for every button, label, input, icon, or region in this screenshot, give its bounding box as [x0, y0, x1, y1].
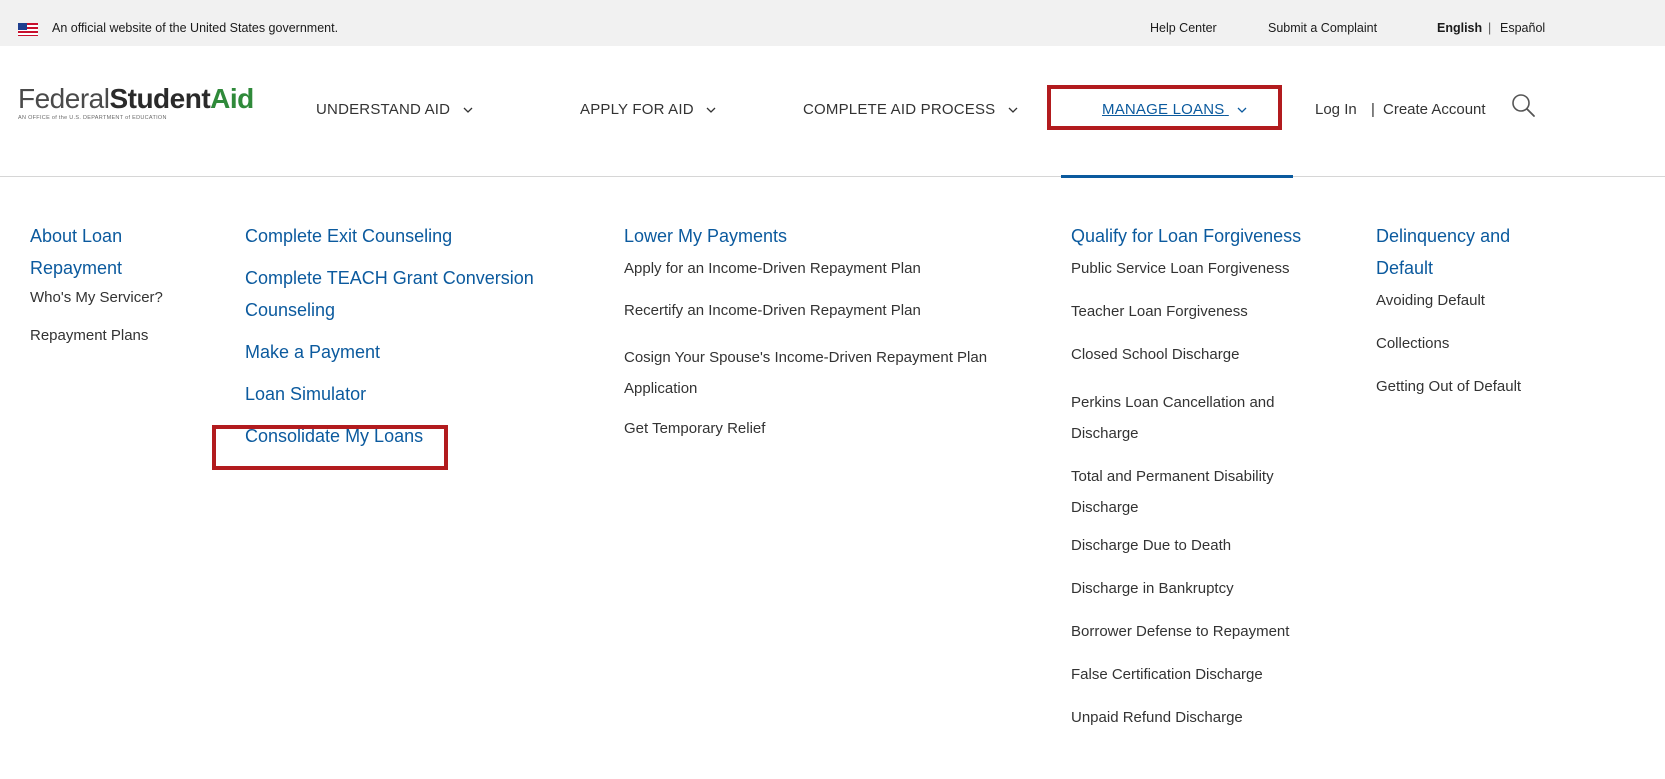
about-loan-repayment-link[interactable]: About Loan Repayment	[30, 220, 205, 284]
loan-simulator-link[interactable]: Loan Simulator	[245, 378, 555, 410]
gov-banner-text: An official website of the United States…	[52, 21, 339, 35]
submit-complaint-link[interactable]: Submit a Complaint	[1268, 21, 1377, 35]
language-separator: |	[1488, 21, 1492, 35]
account-separator: |	[1371, 101, 1375, 118]
closed-school-discharge-link[interactable]: Closed School Discharge	[1071, 344, 1319, 366]
us-flag-icon	[18, 23, 38, 36]
repayment-plans-link[interactable]: Repayment Plans	[30, 325, 205, 347]
tpd-discharge-link[interactable]: Total and Permanent Disability Discharge	[1071, 461, 1319, 523]
search-icon[interactable]	[1510, 92, 1536, 118]
create-account-link[interactable]: Create Account	[1383, 101, 1486, 118]
recertify-idr-plan-link[interactable]: Recertify an Income-Driven Repayment Pla…	[624, 300, 1024, 322]
get-temporary-relief-link[interactable]: Get Temporary Relief	[624, 418, 1024, 440]
menu-column-default: Delinquency and Default Avoiding Default…	[1376, 220, 1546, 398]
qualify-loan-forgiveness-link[interactable]: Qualify for Loan Forgiveness	[1071, 220, 1319, 252]
make-a-payment-link[interactable]: Make a Payment	[245, 336, 555, 368]
nav-apply-for-aid[interactable]: APPLY FOR AID	[580, 101, 716, 118]
menu-column-manage: Complete Exit Counseling Complete TEACH …	[245, 220, 555, 452]
collections-link[interactable]: Collections	[1376, 333, 1546, 355]
logo-federal: Federal	[18, 83, 110, 114]
discharge-due-to-death-link[interactable]: Discharge Due to Death	[1071, 535, 1319, 557]
log-in-link[interactable]: Log In	[1315, 101, 1357, 118]
nav-divider	[0, 176, 1665, 177]
logo-aid: Aid	[210, 83, 254, 114]
false-certification-discharge-link[interactable]: False Certification Discharge	[1071, 664, 1319, 686]
teacher-loan-forgiveness-link[interactable]: Teacher Loan Forgiveness	[1071, 301, 1319, 323]
perkins-cancellation-link[interactable]: Perkins Loan Cancellation and Discharge	[1071, 387, 1319, 449]
help-center-link[interactable]: Help Center	[1150, 21, 1217, 35]
gov-banner: An official website of the United States…	[0, 0, 1665, 46]
active-nav-underline	[1061, 175, 1293, 178]
cosign-spouse-idr-link[interactable]: Cosign Your Spouse's Income-Driven Repay…	[624, 342, 1024, 404]
chevron-down-icon	[1008, 107, 1018, 113]
logo-student: Student	[109, 83, 211, 114]
chevron-down-icon	[463, 107, 473, 113]
logo-wordmark: FederalStudentAid	[18, 84, 254, 114]
consolidate-loans-highlight	[212, 425, 448, 470]
manage-loans-highlight	[1047, 85, 1282, 130]
menu-column-lower-payments: Lower My Payments Apply for an Income-Dr…	[624, 220, 1024, 440]
nav-apply-for-aid-label: APPLY FOR AID	[580, 101, 694, 118]
menu-column-loan-repayment: About Loan Repayment Who's My Servicer? …	[30, 220, 205, 347]
espanol-link[interactable]: Español	[1500, 21, 1545, 35]
discharge-in-bankruptcy-link[interactable]: Discharge in Bankruptcy	[1071, 578, 1319, 600]
federal-student-aid-logo[interactable]: FederalStudentAid AN OFFICE of the U.S. …	[18, 84, 254, 122]
logo-subtitle: AN OFFICE of the U.S. DEPARTMENT of EDUC…	[18, 115, 167, 121]
complete-exit-counseling-link[interactable]: Complete Exit Counseling	[245, 220, 555, 252]
nav-understand-aid[interactable]: UNDERSTAND AID	[316, 101, 473, 118]
borrower-defense-link[interactable]: Borrower Defense to Repayment	[1071, 621, 1319, 643]
menu-column-forgiveness: Qualify for Loan Forgiveness Public Serv…	[1071, 220, 1319, 729]
avoiding-default-link[interactable]: Avoiding Default	[1376, 290, 1546, 312]
chevron-down-icon	[706, 107, 716, 113]
public-service-loan-forgiveness-link[interactable]: Public Service Loan Forgiveness	[1071, 258, 1319, 280]
english-link[interactable]: English	[1437, 21, 1482, 35]
whos-my-servicer-link[interactable]: Who's My Servicer?	[30, 287, 205, 309]
apply-idr-plan-link[interactable]: Apply for an Income-Driven Repayment Pla…	[624, 258, 1024, 280]
unpaid-refund-discharge-link[interactable]: Unpaid Refund Discharge	[1071, 707, 1319, 729]
nav-understand-aid-label: UNDERSTAND AID	[316, 101, 451, 118]
nav-complete-aid-process[interactable]: COMPLETE AID PROCESS	[803, 101, 1018, 118]
lower-my-payments-link[interactable]: Lower My Payments	[624, 220, 1024, 252]
nav-complete-aid-process-label: COMPLETE AID PROCESS	[803, 101, 996, 118]
getting-out-of-default-link[interactable]: Getting Out of Default	[1376, 376, 1546, 398]
delinquency-default-link[interactable]: Delinquency and Default	[1376, 220, 1546, 284]
teach-grant-conversion-link[interactable]: Complete TEACH Grant Conversion Counseli…	[245, 262, 555, 326]
